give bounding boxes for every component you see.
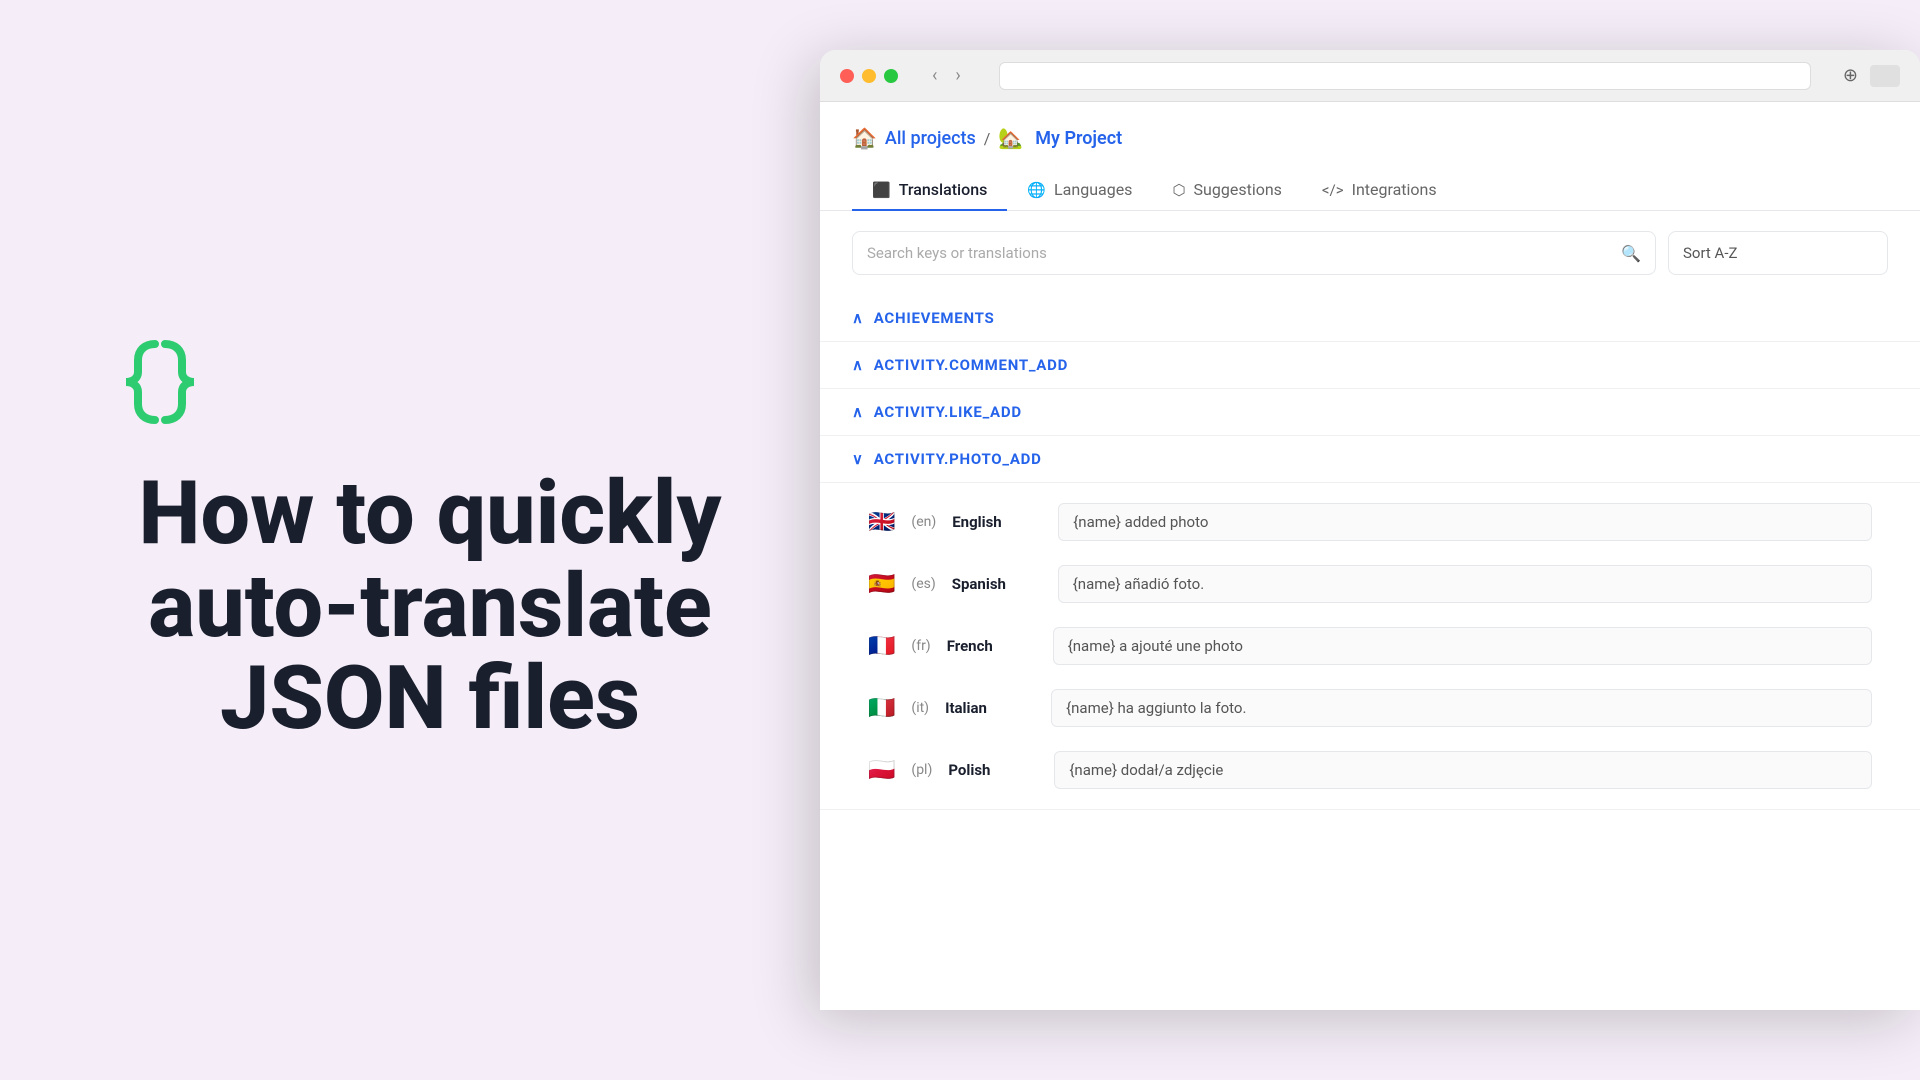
address-bar[interactable]: [999, 62, 1811, 90]
lang-code-it: (it): [911, 700, 929, 716]
translation-text-pl: {name} dodał/a zdjęcie: [1069, 761, 1223, 779]
lang-name-en: English: [952, 513, 1042, 531]
all-projects-link[interactable]: All projects: [885, 128, 976, 149]
search-icon: 🔍: [1621, 244, 1641, 263]
languages-tab-label: Languages: [1054, 180, 1132, 199]
key-group-activity-photo-add[interactable]: ∨ ACTIVITY.PHOTO_ADD: [820, 436, 1920, 483]
tab-integrations[interactable]: </> Integrations: [1302, 170, 1457, 211]
key-group-comment-add-label: ACTIVITY.COMMENT_ADD: [874, 356, 1068, 374]
back-button[interactable]: ‹: [926, 63, 943, 88]
lang-name-pl: Polish: [948, 761, 1038, 779]
translation-value-en[interactable]: {name} added photo: [1058, 503, 1872, 541]
suggestions-tab-icon: ⬡: [1172, 181, 1185, 199]
headline-line2: auto-translate: [148, 555, 711, 658]
translations-tab-icon: ⬛: [872, 181, 891, 199]
flag-fr: 🇫🇷: [868, 634, 895, 659]
translation-text-en: {name} added photo: [1073, 513, 1208, 531]
nav-arrows: ‹ ›: [926, 63, 967, 88]
title-bar: ‹ › ⊕: [820, 50, 1920, 102]
breadcrumb-separator: /: [984, 129, 991, 148]
flag-it: 🇮🇹: [868, 696, 895, 721]
suggestions-tab-label: Suggestions: [1194, 180, 1282, 199]
project-name: My Project: [1035, 128, 1122, 149]
search-placeholder: Search keys or translations: [867, 244, 1047, 262]
lang-code-en: (en): [911, 514, 936, 530]
key-group-achievements[interactable]: ∧ ACHIEVEMENTS: [820, 295, 1920, 342]
minimize-button[interactable]: [862, 69, 876, 83]
translations-tab-label: Translations: [899, 180, 988, 199]
table-row: 🇵🇱 (pl) Polish {name} dodał/a zdjęcie: [820, 739, 1920, 801]
translation-value-pl[interactable]: {name} dodał/a zdjęcie: [1054, 751, 1872, 789]
search-area: Search keys or translations 🔍 Sort A-Z: [820, 211, 1920, 295]
key-group-photo-add-label: ACTIVITY.PHOTO_ADD: [874, 450, 1042, 468]
tab-languages[interactable]: 🌐 Languages: [1007, 170, 1152, 211]
search-box[interactable]: Search keys or translations 🔍: [852, 231, 1656, 275]
headline-line1: How to quickly: [139, 462, 722, 565]
tab-suggestions[interactable]: ⬡ Suggestions: [1152, 170, 1301, 211]
chevron-up-icon-3: ∧: [852, 403, 864, 421]
key-group-achievements-label: ACHIEVEMENTS: [874, 309, 995, 327]
translation-rows-photo-add: 🇬🇧 (en) English {name} added photo 🇪🇸 (e…: [820, 483, 1920, 810]
flag-pl: 🇵🇱: [868, 758, 895, 783]
lang-name-es: Spanish: [952, 575, 1042, 593]
translation-text-es: {name} añadió foto.: [1073, 575, 1204, 593]
translation-text-fr: {name} a ajouté une photo: [1068, 637, 1243, 655]
curly-braces-icon: [100, 334, 220, 424]
flag-es: 🇪🇸: [868, 572, 895, 597]
chevron-up-icon-2: ∧: [852, 356, 864, 374]
headline: How to quickly auto-translate JSON files: [100, 468, 760, 745]
chevron-down-icon: ∨: [852, 450, 864, 468]
integrations-tab-icon: </>: [1322, 181, 1344, 199]
lang-code-es: (es): [911, 576, 935, 592]
privacy-icon: ⊕: [1843, 65, 1858, 86]
sort-label: Sort A-Z: [1683, 244, 1737, 262]
close-button[interactable]: [840, 69, 854, 83]
sort-selector[interactable]: Sort A-Z: [1668, 231, 1888, 275]
table-row: 🇫🇷 (fr) French {name} a ajouté une photo: [820, 615, 1920, 677]
forward-button[interactable]: ›: [949, 63, 966, 88]
logo-icon-container: [100, 334, 760, 428]
flag-en: 🇬🇧: [868, 510, 895, 535]
key-group-activity-comment-add[interactable]: ∧ ACTIVITY.COMMENT_ADD: [820, 342, 1920, 389]
lang-name-it: Italian: [945, 699, 1035, 717]
left-panel: How to quickly auto-translate JSON files: [0, 0, 860, 1080]
maximize-button[interactable]: [884, 69, 898, 83]
browser-window: ‹ › ⊕ 🏠 All projects / 🏡 My Project ⬛ Tr…: [820, 50, 1920, 1010]
translation-value-es[interactable]: {name} añadió foto.: [1058, 565, 1872, 603]
table-row: 🇬🇧 (en) English {name} added photo: [820, 491, 1920, 553]
app-content: 🏠 All projects / 🏡 My Project ⬛ Translat…: [820, 102, 1920, 1010]
keys-list: ∧ ACHIEVEMENTS ∧ ACTIVITY.COMMENT_ADD ∧ …: [820, 295, 1920, 1010]
key-group-like-add-label: ACTIVITY.LIKE_ADD: [874, 403, 1022, 421]
lang-code-fr: (fr): [911, 638, 930, 654]
lang-name-fr: French: [947, 637, 1037, 655]
lang-code-pl: (pl): [911, 762, 932, 778]
languages-tab-icon: 🌐: [1027, 181, 1046, 199]
table-row: 🇮🇹 (it) Italian {name} ha aggiunto la fo…: [820, 677, 1920, 739]
tab-translations[interactable]: ⬛ Translations: [852, 170, 1007, 211]
key-group-activity-like-add[interactable]: ∧ ACTIVITY.LIKE_ADD: [820, 389, 1920, 436]
table-row: 🇪🇸 (es) Spanish {name} añadió foto.: [820, 553, 1920, 615]
translation-value-fr[interactable]: {name} a ajouté une photo: [1053, 627, 1872, 665]
translation-text-it: {name} ha aggiunto la foto.: [1066, 699, 1246, 717]
traffic-lights: [840, 69, 898, 83]
translation-value-it[interactable]: {name} ha aggiunto la foto.: [1051, 689, 1872, 727]
chevron-up-icon: ∧: [852, 309, 864, 327]
breadcrumb: 🏠 All projects / 🏡 My Project: [820, 102, 1920, 150]
headline-line3: JSON files: [220, 647, 640, 750]
title-bar-right-button[interactable]: [1870, 65, 1900, 87]
project-emoji: 🏡: [998, 126, 1023, 150]
home-icon: 🏠: [852, 126, 877, 150]
integrations-tab-label: Integrations: [1352, 180, 1437, 199]
tabs-bar: ⬛ Translations 🌐 Languages ⬡ Suggestions…: [820, 158, 1920, 211]
